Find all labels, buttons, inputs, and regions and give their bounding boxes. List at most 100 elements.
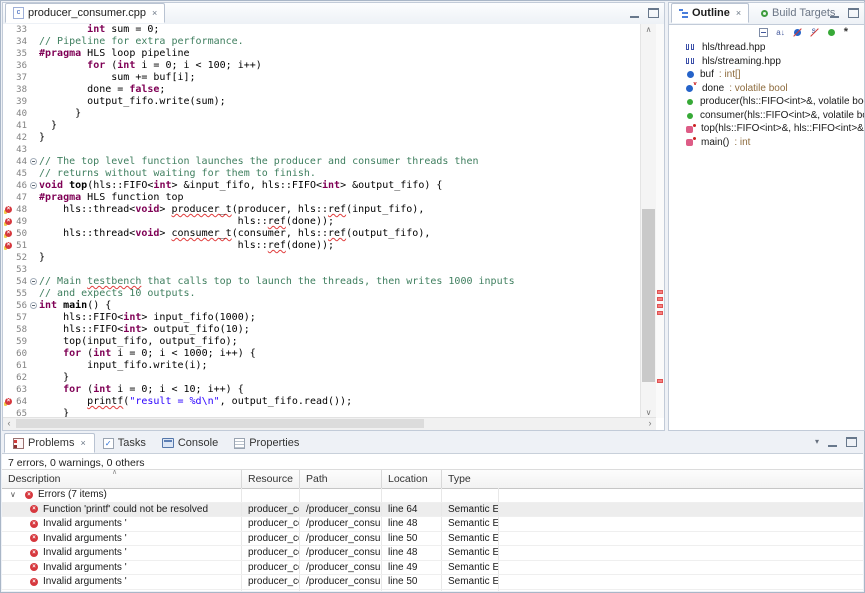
minimize-icon[interactable] (630, 8, 639, 18)
tab-console[interactable]: Console (154, 433, 226, 453)
code-line: 42} (3, 132, 643, 144)
outline-item[interactable]: top(hls::FIFO<int>&, hls::FIFO<int>&) : … (669, 122, 864, 136)
hide-fields-icon[interactable] (793, 28, 802, 37)
scroll-left-icon[interactable]: ‹ (3, 418, 15, 429)
maximize-icon[interactable] (846, 437, 857, 447)
outline-item-label: producer(hls::FIFO<int>&, volatile bool& (700, 96, 864, 107)
tasks-icon (103, 438, 114, 449)
collapse-all-icon[interactable] (759, 28, 768, 37)
problem-filler-cell (499, 590, 863, 592)
problem-row[interactable]: ×Invalid arguments 'producer_cons.../pro… (2, 517, 863, 532)
code-text: // and expects 10 outputs. (39, 288, 196, 300)
error-marker-icon[interactable] (4, 230, 12, 238)
error-marker-icon[interactable] (4, 206, 12, 214)
outline-item[interactable]: producer(hls::FIFO<int>&, volatile bool& (669, 95, 864, 109)
maximize-icon[interactable] (648, 8, 659, 18)
problems-view: 7 errors, 0 warnings, 0 others Descripti… (2, 453, 863, 591)
error-marker-icon[interactable] (4, 242, 12, 250)
vertical-scrollbar[interactable]: ∧ ∨ (640, 24, 656, 418)
fold-cell (28, 180, 39, 192)
code-area[interactable]: 33 int sum = 0;34// Pipeline for extra p… (3, 24, 643, 420)
tab-label: Console (178, 437, 218, 449)
tab-properties[interactable]: Properties (226, 433, 307, 453)
build-targets-icon (761, 10, 768, 17)
problem-row[interactable]: ×Function 'printf' could not be resolved… (2, 503, 863, 518)
column-header-type[interactable]: Type (442, 470, 499, 488)
gutter-marker-cell (3, 264, 12, 276)
problem-row[interactable]: ×Invalid arguments 'producer_cons.../pro… (2, 590, 863, 592)
problem-row[interactable]: ×Invalid arguments 'producer_cons.../pro… (2, 575, 863, 590)
expander-icon[interactable]: ∨ (10, 488, 20, 501)
problem-filler-cell (499, 503, 863, 517)
problem-location-cell: line 64 (382, 503, 442, 517)
code-text: void top(hls::FIFO<int> &input_fifo, hls… (39, 180, 442, 192)
line-number: 64 (12, 396, 28, 408)
hide-non-public-icon[interactable] (827, 28, 836, 37)
fold-collapse-icon[interactable] (30, 158, 37, 165)
overview-error-marker[interactable] (657, 297, 663, 301)
tab-outline[interactable]: Outline × (671, 3, 749, 23)
column-header-description[interactable]: Description∧ (2, 470, 242, 488)
overview-error-marker[interactable] (657, 290, 663, 294)
outline-item[interactable]: hls/thread.hpp (669, 41, 864, 55)
code-line: 39 output_fifo.write(sum); (3, 96, 643, 108)
line-number: 52 (12, 252, 28, 264)
code-line: 48 hls::thread<void> producer_t(producer… (3, 204, 643, 216)
scroll-up-icon[interactable]: ∧ (641, 24, 656, 35)
hide-static-icon[interactable] (810, 28, 819, 37)
code-line: 58 hls::FIFO<int> output_fifo(10); (3, 324, 643, 336)
line-number: 44 (12, 156, 28, 168)
outline-item[interactable]: hls/streaming.hpp (669, 55, 864, 69)
maximize-icon[interactable] (848, 8, 859, 18)
error-icon: × (30, 578, 38, 586)
problem-row[interactable]: ×Invalid arguments 'producer_cons.../pro… (2, 532, 863, 547)
customize-view-icon[interactable] (844, 28, 848, 37)
minimize-icon[interactable] (828, 437, 837, 447)
column-header-location[interactable]: Location (382, 470, 442, 488)
eclipse-window: c producer_consumer.cpp × 33 int sum = 0… (0, 0, 865, 593)
problem-filler-cell (499, 517, 863, 531)
outline-item[interactable]: main() : int (669, 136, 864, 150)
outline-item[interactable]: consumer(hls::FIFO<int>&, volatile bool& (669, 109, 864, 123)
gutter-marker-cell (3, 36, 12, 48)
fold-collapse-icon[interactable] (30, 182, 37, 189)
code-line: 60 for (int i = 0; i < 1000; i++) { (3, 348, 643, 360)
line-number: 45 (12, 168, 28, 180)
fold-cell (28, 252, 39, 264)
problem-resource-cell (242, 488, 300, 502)
problem-row[interactable]: ×Invalid arguments 'producer_cons.../pro… (2, 546, 863, 561)
close-icon[interactable]: × (152, 8, 157, 18)
scroll-right-icon[interactable]: › (644, 418, 656, 429)
sort-icon[interactable] (776, 28, 784, 37)
tab-problems[interactable]: Problems× (4, 433, 95, 453)
overview-error-marker[interactable] (657, 311, 663, 315)
error-marker-icon[interactable] (4, 218, 12, 226)
view-menu-icon[interactable]: ▾ (815, 438, 819, 446)
outline-item[interactable]: done : volatile bool (669, 82, 864, 96)
overview-error-marker[interactable] (657, 304, 663, 308)
minimize-icon[interactable] (830, 8, 839, 18)
fold-collapse-icon[interactable] (30, 302, 37, 309)
horizontal-scrollbar[interactable]: ‹ › (3, 417, 656, 430)
fold-collapse-icon[interactable] (30, 278, 37, 285)
vertical-scrollbar-thumb[interactable] (642, 209, 655, 382)
tab-tasks[interactable]: Tasks (95, 433, 154, 453)
fold-cell (28, 216, 39, 228)
outline-tab-bar: Outline × Build Targets (669, 3, 864, 25)
code-text: } (39, 120, 57, 132)
problem-description-cell: ×Invalid arguments ' (2, 561, 242, 575)
problem-description-text: Invalid arguments ' (43, 532, 127, 545)
column-header-path[interactable]: Path (300, 470, 382, 488)
outline-item[interactable]: buf : int[] (669, 68, 864, 82)
column-header-resource[interactable]: Resource (242, 470, 300, 488)
problem-row[interactable]: ×Invalid arguments 'producer_cons.../pro… (2, 561, 863, 576)
editor-tab-producer-consumer[interactable]: c producer_consumer.cpp × (5, 3, 165, 23)
code-line: 41 } (3, 120, 643, 132)
overview-error-marker[interactable] (657, 379, 663, 383)
close-icon[interactable]: × (736, 8, 741, 18)
outline-item-label: buf (700, 69, 714, 80)
horizontal-scrollbar-thumb[interactable] (16, 419, 424, 428)
close-icon[interactable]: × (80, 438, 85, 448)
problems-group-row[interactable]: ∨×Errors (7 items) (2, 488, 863, 503)
error-marker-icon[interactable] (4, 398, 12, 406)
